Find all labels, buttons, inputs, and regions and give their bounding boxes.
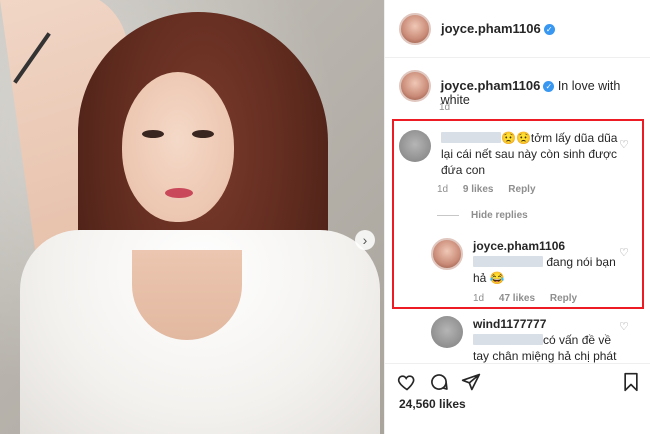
- photo-face: [122, 72, 234, 222]
- reply-time: 1d: [473, 293, 485, 304]
- comment-username[interactable]: wind1177777: [473, 317, 546, 331]
- reply-body: joyce.pham1106 đang nói bạn hả 😂: [473, 238, 633, 286]
- heart-icon[interactable]: ♡: [619, 138, 629, 151]
- caption-avatar[interactable]: [399, 70, 431, 102]
- comment-text-1: 😟😟tởm lấy dũa dũa: [501, 131, 618, 145]
- caption-time: 1d: [439, 102, 451, 113]
- verified-icon: ✓: [543, 23, 555, 35]
- comment-text-1: có vấn đề về: [543, 333, 612, 347]
- comment-icon[interactable]: [429, 372, 449, 392]
- reply-likes[interactable]: 47 likes: [499, 293, 535, 304]
- verified-icon: ✓: [543, 81, 555, 92]
- likes-count[interactable]: 24,560 likes: [399, 397, 466, 411]
- action-bar: [385, 363, 650, 395]
- reply-meta: 1d 47 likes Reply: [473, 293, 589, 304]
- post-photo[interactable]: ›: [0, 0, 384, 434]
- blurred-mention: [473, 334, 543, 345]
- post-header: joyce.pham1106 ✓: [385, 0, 650, 58]
- reply-username[interactable]: joyce.pham1106: [473, 239, 565, 253]
- header-username[interactable]: joyce.pham1106: [441, 21, 541, 36]
- comment-item: wind1177777 có vấn đề về tay chân miệng …: [431, 316, 643, 364]
- divider: [437, 215, 459, 216]
- caption-username[interactable]: joyce.pham1106: [441, 78, 541, 93]
- reply-button[interactable]: Reply: [508, 184, 535, 195]
- comment-body: 😟😟tởm lấy dũa dũa lại cái nết sau này cò…: [441, 130, 631, 178]
- comment-avatar[interactable]: [399, 130, 431, 162]
- comment-time: 1d: [437, 184, 449, 195]
- avatar[interactable]: [399, 12, 431, 45]
- comment-body: wind1177777 có vấn đề về tay chân miệng …: [473, 316, 643, 364]
- hide-replies-label[interactable]: Hide replies: [471, 210, 528, 221]
- chevron-right-icon[interactable]: ›: [355, 230, 375, 250]
- hide-replies[interactable]: Hide replies: [437, 210, 528, 221]
- blurred-username: [441, 132, 501, 143]
- comment-text-2: lại cái nết sau này còn sinh được: [441, 147, 617, 161]
- comment-avatar[interactable]: [431, 316, 463, 348]
- share-icon[interactable]: [461, 372, 481, 392]
- photo-lips: [165, 188, 193, 198]
- reply-button[interactable]: Reply: [550, 293, 577, 304]
- comment-likes[interactable]: 9 likes: [463, 184, 494, 195]
- header-user: joyce.pham1106 ✓: [441, 20, 555, 38]
- bookmark-icon[interactable]: [621, 372, 641, 392]
- blurred-mention: [473, 256, 543, 267]
- comment-item: 😟😟tởm lấy dũa dũa lại cái nết sau này cò…: [399, 130, 631, 178]
- post-sidebar: joyce.pham1106 ✓ joyce.pham1106 ✓ In love …: [384, 0, 650, 434]
- comment-text-2: tay chân miệng hả chị phát: [473, 349, 617, 363]
- heart-icon[interactable]: ♡: [619, 246, 629, 259]
- comment-meta: 1d 9 likes Reply: [437, 184, 548, 195]
- photo-eye-right: [192, 130, 214, 138]
- caption: joyce.pham1106 ✓ In love with white 1d: [399, 70, 650, 113]
- reply-avatar[interactable]: [431, 238, 463, 270]
- heart-icon[interactable]: [397, 372, 417, 392]
- heart-icon[interactable]: ♡: [619, 320, 629, 333]
- reply-item: joyce.pham1106 đang nói bạn hả 😂: [431, 238, 633, 286]
- reply-text-2: hả 😂: [473, 271, 505, 285]
- comment-text-3: đứa con: [441, 163, 486, 177]
- reply-text-1: đang nói bạn: [546, 255, 616, 269]
- photo-eye-left: [142, 130, 164, 138]
- caption-text-wrap: joyce.pham1106 ✓ In love with white: [441, 78, 650, 107]
